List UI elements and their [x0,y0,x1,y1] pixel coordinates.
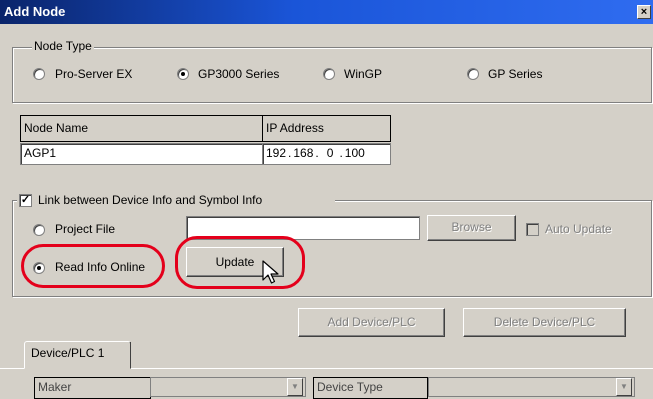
ip-octet-4: 100 [344,146,365,160]
radio-gp3000-series-label: GP3000 Series [198,67,280,81]
ip-octet-2: 168 [293,146,314,160]
ip-octet-1: 192 [266,146,287,160]
radio-gp3000-series[interactable] [177,68,189,80]
ip-dot-2: . [315,146,319,160]
close-button[interactable]: × [637,5,651,19]
link-group [12,200,652,297]
radio-wingp-label: WinGP [344,67,383,81]
project-file-input[interactable] [186,216,420,240]
radio-gp-series-label: GP Series [488,67,543,81]
radio-pro-server-ex-label: Pro-Server EX [55,67,133,81]
title-bar [0,0,653,24]
auto-update-label: Auto Update [545,222,612,236]
window-title: Add Node [4,4,66,19]
link-checkbox[interactable]: ✓ [19,194,32,207]
radio-wingp[interactable] [323,68,335,80]
maker-dropdown-arrow-icon[interactable]: ▼ [287,378,303,396]
node-name-header: Node Name [20,115,263,142]
node-type-legend: Node Type [32,39,94,53]
tab-device-plc-1[interactable]: Device/PLC 1 [24,341,131,369]
auto-update-checkbox[interactable] [526,223,539,236]
add-device-plc-button[interactable]: Add Device/PLC [298,308,445,337]
maker-combobox[interactable] [150,377,306,397]
ip-dot-1: . [288,146,292,160]
radio-project-file-label: Project File [55,222,116,236]
delete-device-plc-button[interactable]: Delete Device/PLC [463,308,626,337]
ip-address-header: IP Address [262,115,391,142]
ip-dot-3: . [339,146,343,160]
device-type-dropdown-arrow-icon[interactable]: ▼ [616,378,632,396]
ip-address-input[interactable]: 192. 168. 0. 100 [262,143,391,165]
link-checkbox-label: Link between Device Info and Symbol Info [38,193,263,207]
radio-read-info-online[interactable] [33,262,45,274]
radio-pro-server-ex[interactable] [33,68,45,80]
ip-octet-3: 0 [326,146,334,160]
mouse-cursor-icon [262,260,279,284]
tab-right-shadow [130,342,131,368]
node-name-input[interactable]: AGP1 [20,143,263,165]
radio-project-file[interactable] [33,224,45,236]
maker-label: Maker [34,377,151,399]
device-type-combobox[interactable] [428,377,635,397]
radio-read-info-online-label: Read Info Online [55,260,146,274]
radio-gp-series[interactable] [467,68,479,80]
browse-button[interactable]: Browse [427,215,516,241]
device-type-label: Device Type [313,377,428,399]
